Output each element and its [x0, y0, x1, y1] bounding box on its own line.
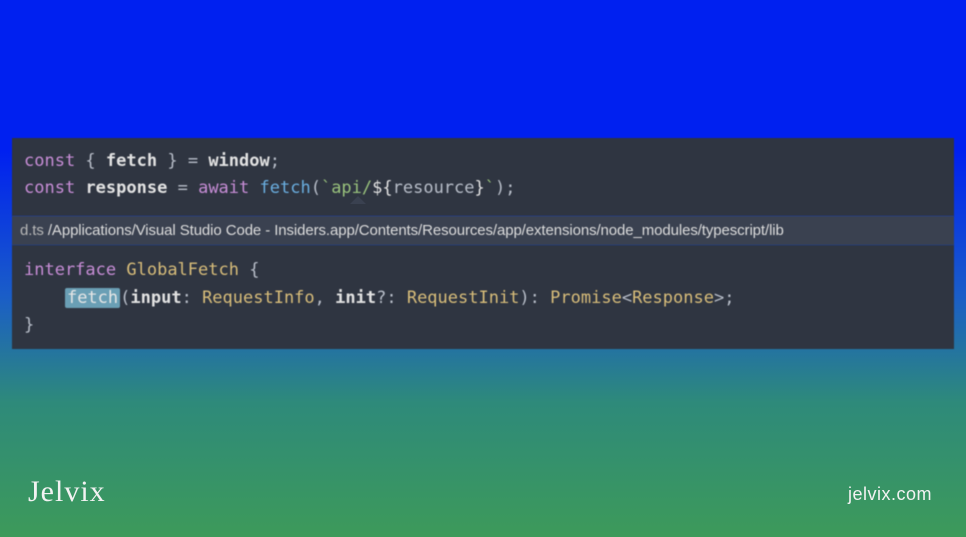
- code-token: ): [519, 288, 529, 308]
- code-token: fetch: [260, 178, 311, 198]
- code-token: response: [85, 178, 167, 198]
- code-token: resource: [393, 178, 475, 198]
- file-path: /Applications/Visual Studio Code - Insid…: [44, 222, 784, 239]
- code-token: fetch: [106, 151, 157, 171]
- code-line: interface GlobalFetch {: [24, 257, 942, 284]
- code-line: const response = await fetch(`api/${reso…: [24, 175, 942, 202]
- code-token: `: [485, 178, 495, 198]
- code-token: }: [475, 178, 485, 198]
- code-token: {: [239, 260, 259, 280]
- code-panel-bottom: interface GlobalFetch { fetch(input: Req…: [12, 245, 954, 349]
- file-extension-tag: d.ts: [20, 222, 44, 239]
- code-token: );: [495, 178, 515, 198]
- code-token: await: [198, 178, 249, 198]
- editor-container: const { fetch } = window;const response …: [12, 138, 954, 349]
- code-token: [24, 288, 65, 308]
- definition-path-bar: d.ts /Applications/Visual Studio Code - …: [12, 216, 954, 245]
- code-token: }: [24, 315, 34, 335]
- code-token: ,: [315, 288, 335, 308]
- code-token: (: [311, 178, 321, 198]
- brand-logo: Jelvix: [28, 475, 106, 509]
- code-token: [167, 178, 177, 198]
- code-token: RequestInfo: [202, 288, 315, 308]
- code-token: interface: [24, 260, 116, 280]
- code-token: ?: [376, 288, 386, 308]
- code-token: =: [178, 178, 188, 198]
- code-token: :: [530, 288, 550, 308]
- code-token: =: [188, 151, 198, 171]
- code-panel-top: const { fetch } = window;const response …: [12, 138, 954, 216]
- code-token: [188, 178, 198, 198]
- code-token: RequestInit: [407, 288, 520, 308]
- code-token: <: [622, 288, 632, 308]
- code-token: :: [386, 288, 406, 308]
- code-token: fetch: [65, 288, 120, 308]
- code-token: {: [75, 151, 106, 171]
- code-token: init: [335, 288, 376, 308]
- tooltip-pointer-icon: [350, 196, 366, 204]
- code-token: Response: [632, 288, 714, 308]
- code-token: Promise: [550, 288, 622, 308]
- brand-site: jelvix.com: [848, 484, 932, 505]
- code-token: const: [24, 178, 75, 198]
- code-token: }: [157, 151, 188, 171]
- code-token: ;: [270, 151, 280, 171]
- code-token: :: [182, 288, 202, 308]
- code-token: input: [130, 288, 181, 308]
- code-token: window: [208, 151, 269, 171]
- code-token: [198, 151, 208, 171]
- code-token: ${: [372, 178, 392, 198]
- code-token: const: [24, 151, 75, 171]
- code-token: [249, 178, 259, 198]
- code-token: >;: [714, 288, 734, 308]
- code-token: GlobalFetch: [126, 260, 239, 280]
- code-token: [116, 260, 126, 280]
- code-line: const { fetch } = window;: [24, 148, 942, 175]
- code-line: fetch(input: RequestInfo, init?: Request…: [24, 285, 942, 312]
- code-token: [75, 178, 85, 198]
- code-token: (: [120, 288, 130, 308]
- code-line: }: [24, 312, 942, 339]
